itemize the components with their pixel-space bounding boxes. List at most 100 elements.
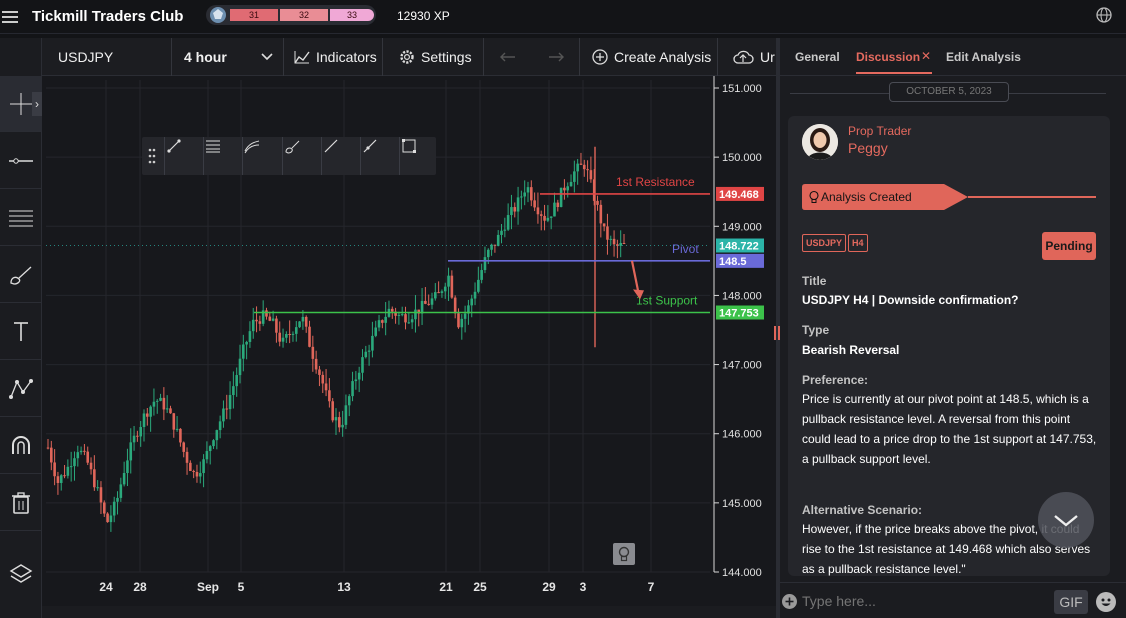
hamburger-menu-icon[interactable] bbox=[0, 6, 20, 28]
candle-body bbox=[549, 216, 553, 218]
candle-body bbox=[208, 446, 212, 452]
author-role: Prop Trader bbox=[848, 124, 912, 138]
brush-tool[interactable] bbox=[0, 247, 42, 303]
candle-body bbox=[480, 270, 483, 280]
layers-icon bbox=[9, 564, 33, 583]
candle-body bbox=[202, 459, 205, 474]
price-chart[interactable]: 151.000 150.000 149.000 148.000 147.000 146.0… bbox=[42, 76, 776, 606]
candle-body bbox=[354, 379, 358, 382]
lightbulb-button[interactable] bbox=[613, 543, 635, 565]
candle-body bbox=[275, 318, 278, 333]
candle-body bbox=[331, 401, 334, 421]
horizontal-line-icon bbox=[9, 157, 33, 164]
candle-body bbox=[357, 372, 361, 380]
lightbulb-small-icon bbox=[809, 190, 819, 203]
price-tick-label: 146.000 bbox=[722, 429, 762, 441]
line-tool-icon[interactable] bbox=[321, 137, 360, 175]
close-tab-icon[interactable]: ✕ bbox=[921, 49, 931, 63]
candle-body bbox=[278, 332, 282, 342]
candle-body bbox=[483, 257, 487, 271]
time-tick-label: 28 bbox=[133, 580, 147, 594]
preference-text: Price is currently at our pivot point at… bbox=[802, 392, 1097, 466]
tab-general[interactable]: General bbox=[795, 50, 840, 64]
candle-body bbox=[503, 229, 507, 231]
candle-body bbox=[606, 226, 609, 240]
undo-button[interactable] bbox=[484, 38, 532, 76]
crosshair-icon bbox=[10, 92, 32, 115]
scroll-down-button[interactable] bbox=[1038, 492, 1094, 548]
candle-body bbox=[281, 337, 285, 342]
banner-label: Analysis Created bbox=[821, 190, 912, 204]
delete-tool[interactable] bbox=[0, 475, 42, 531]
pattern-tool[interactable] bbox=[0, 361, 42, 417]
candle-body bbox=[500, 230, 503, 235]
candle-body bbox=[573, 171, 576, 182]
expand-chevron-icon[interactable]: › bbox=[32, 92, 42, 116]
drag-handle-icon[interactable] bbox=[148, 147, 156, 165]
fib-tool-icon[interactable] bbox=[203, 137, 242, 175]
candle-body bbox=[304, 316, 308, 327]
create-analysis-button[interactable]: Create Analysis bbox=[580, 38, 718, 76]
analysis-panel: General Discussion ✕ Edit Analysis OCTOB… bbox=[780, 38, 1126, 618]
brush-tool-icon[interactable] bbox=[282, 137, 321, 175]
timeframe-dropdown[interactable]: 4 hour bbox=[172, 38, 284, 76]
layers-tool[interactable] bbox=[0, 546, 42, 602]
candle-body bbox=[66, 466, 70, 476]
level-box-3: 33 bbox=[330, 9, 374, 21]
candle-body bbox=[381, 320, 384, 323]
candle-body bbox=[195, 471, 199, 477]
candle-body bbox=[205, 451, 209, 460]
candle-body bbox=[285, 333, 288, 338]
candle-body bbox=[308, 326, 311, 347]
candle-body bbox=[59, 475, 63, 483]
candle-body bbox=[486, 249, 490, 258]
ray-tool-icon[interactable] bbox=[360, 137, 399, 175]
tab-discussion[interactable]: Discussion bbox=[856, 50, 920, 64]
candle-body bbox=[407, 322, 411, 324]
candle-body bbox=[447, 275, 450, 287]
candle-body bbox=[566, 186, 570, 191]
date-chip: OCTOBER 5, 2023 bbox=[889, 82, 1009, 102]
text-tool[interactable] bbox=[0, 304, 42, 360]
candle-body bbox=[73, 458, 76, 467]
candle-body bbox=[341, 424, 344, 428]
candle-body bbox=[553, 202, 556, 217]
candle-body bbox=[371, 335, 374, 351]
magnet-tool[interactable] bbox=[0, 418, 42, 474]
candle-body bbox=[582, 164, 586, 170]
crosshair-tool[interactable]: › bbox=[0, 76, 42, 132]
upload-button[interactable]: Ur bbox=[718, 38, 776, 76]
fib-retracement-tool[interactable] bbox=[0, 190, 42, 246]
avatar bbox=[802, 124, 838, 160]
candle-body bbox=[79, 450, 83, 453]
tab-edit-analysis[interactable]: Edit Analysis bbox=[946, 50, 1021, 64]
candle-body bbox=[510, 207, 513, 216]
globe-icon[interactable] bbox=[1094, 5, 1114, 25]
pattern-nodes-icon bbox=[9, 378, 33, 399]
app-root: Tickmill Traders Club 31 32 33 12930 XP … bbox=[0, 0, 1126, 618]
add-attachment-icon[interactable] bbox=[782, 594, 797, 609]
candle-body bbox=[536, 207, 540, 215]
indicators-button[interactable]: Indicators bbox=[284, 38, 383, 76]
level-progress: 31 32 33 bbox=[206, 5, 376, 25]
emoji-icon[interactable] bbox=[1096, 592, 1116, 612]
candle-body bbox=[506, 215, 510, 230]
candle-body bbox=[318, 369, 321, 375]
gif-button[interactable]: GIF bbox=[1054, 590, 1088, 614]
level-box-2: 32 bbox=[280, 9, 328, 21]
horizontal-line-tool[interactable] bbox=[0, 133, 42, 189]
channel-tool-icon[interactable] bbox=[242, 137, 281, 175]
arrow-tool-icon[interactable] bbox=[164, 137, 203, 175]
settings-button[interactable]: Settings bbox=[383, 38, 484, 76]
rectangle-tool-icon[interactable] bbox=[399, 137, 438, 175]
comment-input[interactable] bbox=[802, 589, 1042, 613]
time-tick-label: 29 bbox=[542, 580, 556, 594]
title-value: USDJPY H4 | Downside confirmation? bbox=[802, 293, 1019, 307]
candle-body bbox=[56, 476, 60, 483]
redo-button[interactable] bbox=[532, 38, 580, 76]
candle-body bbox=[328, 390, 331, 402]
candle-body bbox=[347, 396, 351, 406]
candle-body bbox=[102, 502, 106, 514]
candle-body bbox=[589, 170, 593, 180]
symbol-selector[interactable]: USDJPY bbox=[42, 38, 172, 76]
